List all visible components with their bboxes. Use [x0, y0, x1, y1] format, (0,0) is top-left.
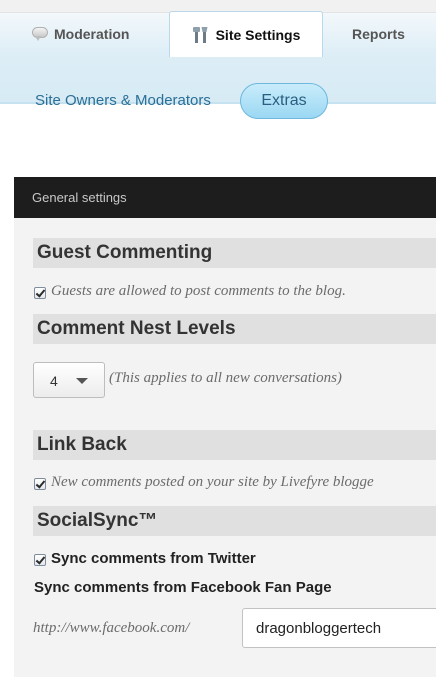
tab-reports[interactable]: Reports: [352, 12, 405, 56]
chevron-down-icon: [76, 378, 88, 384]
tab-reports-label: Reports: [352, 26, 405, 42]
speech-bubble-icon: [32, 27, 48, 41]
twitter-sync-label: Sync comments from Twitter: [51, 550, 256, 567]
facebook-url-prefix: http://www.facebook.com/: [33, 620, 190, 636]
guest-commenting-checkbox[interactable]: [34, 287, 46, 299]
section-heading-guest-commenting: Guest Commenting: [33, 238, 436, 268]
tab-site-settings-label: Site Settings: [215, 26, 301, 43]
facebook-page-input[interactable]: [242, 608, 436, 648]
panel-header: General settings: [14, 177, 436, 218]
section-heading-link-back: Link Back: [33, 430, 436, 460]
tab-site-settings[interactable]: Site Settings: [169, 11, 323, 57]
link-back-label: New comments posted on your site by Live…: [51, 474, 374, 490]
site-owners-moderators-link[interactable]: Site Owners & Moderators: [35, 92, 211, 109]
extras-button-label: Extras: [261, 92, 307, 109]
tools-icon: [192, 26, 210, 44]
panel-header-title: General settings: [32, 190, 127, 205]
tab-moderation-label: Moderation: [54, 26, 130, 42]
twitter-sync-checkbox[interactable]: [34, 554, 46, 566]
extras-button[interactable]: Extras: [240, 83, 328, 119]
tab-moderation[interactable]: Moderation: [32, 12, 129, 56]
guest-commenting-label: Guests are allowed to post comments to t…: [51, 283, 346, 299]
section-heading-socialsync: SocialSync™: [33, 506, 436, 536]
section-heading-nest-levels: Comment Nest Levels: [33, 314, 436, 344]
nest-levels-note: (This applies to all new conversations): [109, 370, 342, 386]
link-back-checkbox[interactable]: [34, 478, 46, 490]
nest-levels-select[interactable]: 4: [33, 362, 105, 398]
nest-levels-selected-value: 4: [50, 373, 58, 389]
facebook-sync-label: Sync comments from Facebook Fan Page: [34, 579, 332, 596]
